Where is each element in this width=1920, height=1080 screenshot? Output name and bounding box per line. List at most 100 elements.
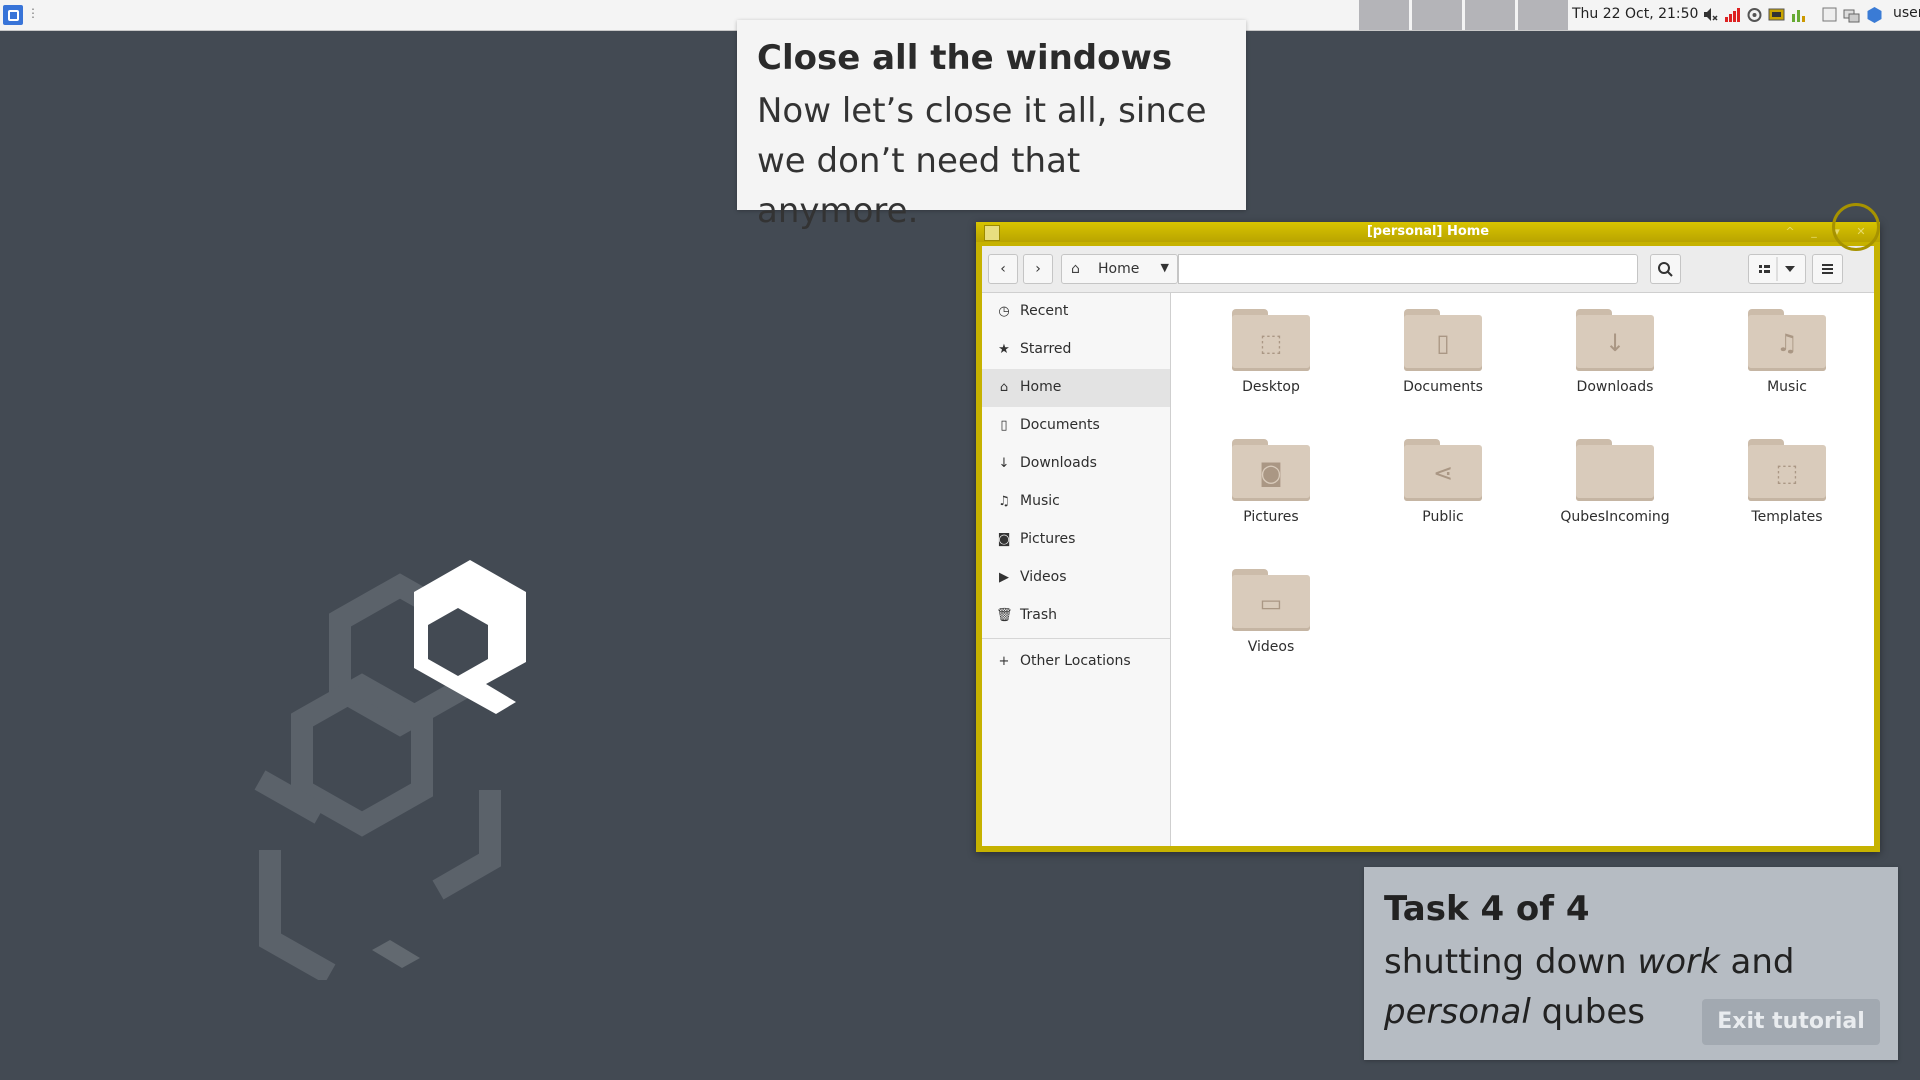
- search-button[interactable]: [1650, 254, 1681, 284]
- chevron-down-icon[interactable]: ▼: [1161, 261, 1169, 274]
- search-icon: [1658, 262, 1673, 277]
- video-icon: ▶: [999, 570, 1009, 585]
- file-label: Videos: [1247, 639, 1295, 655]
- sidebar-item-downloads[interactable]: ↓ Downloads: [982, 445, 1170, 483]
- network-signal-icon[interactable]: [1724, 6, 1741, 23]
- sidebar-item-label: Videos: [1020, 569, 1067, 585]
- home-icon: ⌂: [999, 380, 1009, 395]
- sidebar-item-music[interactable]: ♫ Music: [982, 483, 1170, 521]
- sidebar-item-starred[interactable]: ★ Starred: [982, 331, 1170, 369]
- sidebar-item-label: Documents: [1020, 417, 1100, 433]
- task-text: and: [1730, 942, 1795, 982]
- clock-icon: ◷: [998, 304, 1010, 319]
- folder-item-public[interactable]: ⋖ Public: [1373, 423, 1513, 543]
- document-icon: ▯: [1000, 418, 1008, 433]
- folder-icon: ♫: [1748, 309, 1826, 371]
- sidebar-item-label: Pictures: [1020, 531, 1076, 547]
- plus-icon: +: [998, 654, 1010, 669]
- folder-item-pictures[interactable]: ◙ Pictures: [1201, 423, 1341, 543]
- location-entry[interactable]: [1178, 254, 1638, 284]
- folder-icon: ▯: [1404, 309, 1482, 371]
- sidebar-item-home[interactable]: ⌂ Home: [982, 369, 1170, 407]
- sidebar-divider: [982, 638, 1170, 639]
- list-view-icon: [1759, 257, 1795, 281]
- download-icon: ↓: [1604, 329, 1626, 357]
- taskbar-slot[interactable]: [1465, 0, 1515, 30]
- volume-muted-icon[interactable]: [1702, 6, 1719, 23]
- template-icon: ⬚: [1775, 459, 1799, 487]
- exit-tutorial-button[interactable]: Exit tutorial: [1702, 999, 1880, 1045]
- sidebar-item-videos[interactable]: ▶ Videos: [982, 559, 1170, 597]
- star-icon: ★: [998, 342, 1010, 357]
- forward-button[interactable]: ›: [1023, 254, 1053, 284]
- taskbar-slot[interactable]: [1518, 0, 1568, 30]
- sidebar-item-label: Starred: [1020, 341, 1072, 357]
- close-button-highlight: [1832, 203, 1880, 251]
- hamburger-menu-icon: [1822, 264, 1833, 274]
- main-menu-button[interactable]: [1812, 254, 1843, 284]
- sidebar-item-label: Home: [1020, 379, 1062, 395]
- document-icon: ▯: [1436, 329, 1450, 357]
- user-label[interactable]: user: [1893, 5, 1920, 21]
- file-label: Public: [1422, 509, 1464, 525]
- minimize-icon[interactable]: _: [1806, 225, 1822, 239]
- disk-icon[interactable]: [1790, 6, 1807, 23]
- camera-icon: ◙: [1259, 459, 1283, 487]
- window-title: [personal] Home: [1366, 224, 1490, 239]
- taskbar-slot[interactable]: [1359, 0, 1409, 30]
- folder-item-documents[interactable]: ▯ Documents: [1373, 293, 1513, 413]
- file-label: Downloads: [1576, 379, 1654, 395]
- path-label: Home: [1098, 261, 1140, 277]
- sidebar-item-pictures[interactable]: ◙ Pictures: [982, 521, 1170, 559]
- updates-icon[interactable]: [1746, 6, 1763, 23]
- window-icon[interactable]: [1821, 6, 1838, 23]
- devices-icon[interactable]: [1768, 6, 1785, 23]
- folder-item-music[interactable]: ♫ Music: [1717, 293, 1857, 413]
- qubes-logo: [254, 560, 526, 980]
- folder-icon: ◙: [1232, 439, 1310, 501]
- tutorial-tooltip: Close all the windows Now let’s close it…: [737, 20, 1246, 231]
- panel-grip-icon: ⋮: [27, 6, 39, 20]
- download-icon: ↓: [998, 456, 1010, 471]
- sidebar-item-label: Downloads: [1020, 455, 1097, 471]
- folder-item-desktop[interactable]: ⬚ Desktop: [1201, 293, 1341, 413]
- tutorial-title: Close all the windows: [757, 38, 1173, 78]
- view-mode-button[interactable]: [1748, 254, 1806, 284]
- folder-icon: ▭: [1232, 569, 1310, 631]
- header-bar: ‹ › ⌂ Home ▼: [982, 246, 1874, 293]
- sidebar-item-documents[interactable]: ▯ Documents: [982, 407, 1170, 445]
- sidebar-item-recent[interactable]: ◷ Recent: [982, 293, 1170, 331]
- folder-item-qubesincoming[interactable]: QubesIncoming: [1545, 423, 1685, 543]
- folder-icon: [1576, 439, 1654, 501]
- share-icon: ⋖: [1432, 459, 1454, 487]
- file-manager-window: [personal] Home ^ _ ▾ ✕ ‹ › ⌂ Home ▼ ◷ R…: [976, 222, 1880, 852]
- shade-icon[interactable]: ^: [1782, 225, 1798, 239]
- folder-icon: ⬚: [1748, 439, 1826, 501]
- file-label: QubesIncoming: [1560, 509, 1670, 525]
- back-button[interactable]: ‹: [988, 254, 1018, 284]
- file-label: Documents: [1403, 379, 1483, 395]
- folder-item-videos[interactable]: ▭ Videos: [1201, 553, 1341, 673]
- taskbar-slot[interactable]: [1412, 0, 1462, 30]
- sidebar-item-label: Other Locations: [1020, 653, 1131, 669]
- sidebar-item-other-locations[interactable]: + Other Locations: [982, 643, 1170, 681]
- sidebar-item-label: Music: [1020, 493, 1060, 509]
- window-titlebar[interactable]: [personal] Home ^ _ ▾ ✕: [976, 222, 1880, 242]
- qubes-menu-icon[interactable]: [3, 5, 23, 25]
- task-text-emphasis: personal: [1384, 992, 1531, 1032]
- folder-item-templates[interactable]: ⬚ Templates: [1717, 423, 1857, 543]
- sidebar-item-label: Recent: [1020, 303, 1069, 319]
- video-icon: ▭: [1259, 589, 1283, 617]
- music-icon: ♫: [1776, 329, 1798, 357]
- clock[interactable]: Thu 22 Oct, 21:50: [1572, 6, 1698, 22]
- qube-icon[interactable]: [1866, 6, 1883, 23]
- task-text: shutting down: [1384, 942, 1627, 982]
- qube-icon[interactable]: [1843, 6, 1860, 23]
- path-button-home[interactable]: ⌂ Home ▼: [1061, 254, 1178, 284]
- file-label: Pictures: [1243, 509, 1299, 525]
- file-grid: ⬚ Desktop ▯ Documents ↓ Downloads ♫ Musi…: [1171, 293, 1874, 846]
- file-label: Music: [1767, 379, 1807, 395]
- folder-item-downloads[interactable]: ↓ Downloads: [1545, 293, 1685, 413]
- folder-icon: ↓: [1576, 309, 1654, 371]
- sidebar-item-trash[interactable]: 🗑 Trash: [982, 597, 1170, 635]
